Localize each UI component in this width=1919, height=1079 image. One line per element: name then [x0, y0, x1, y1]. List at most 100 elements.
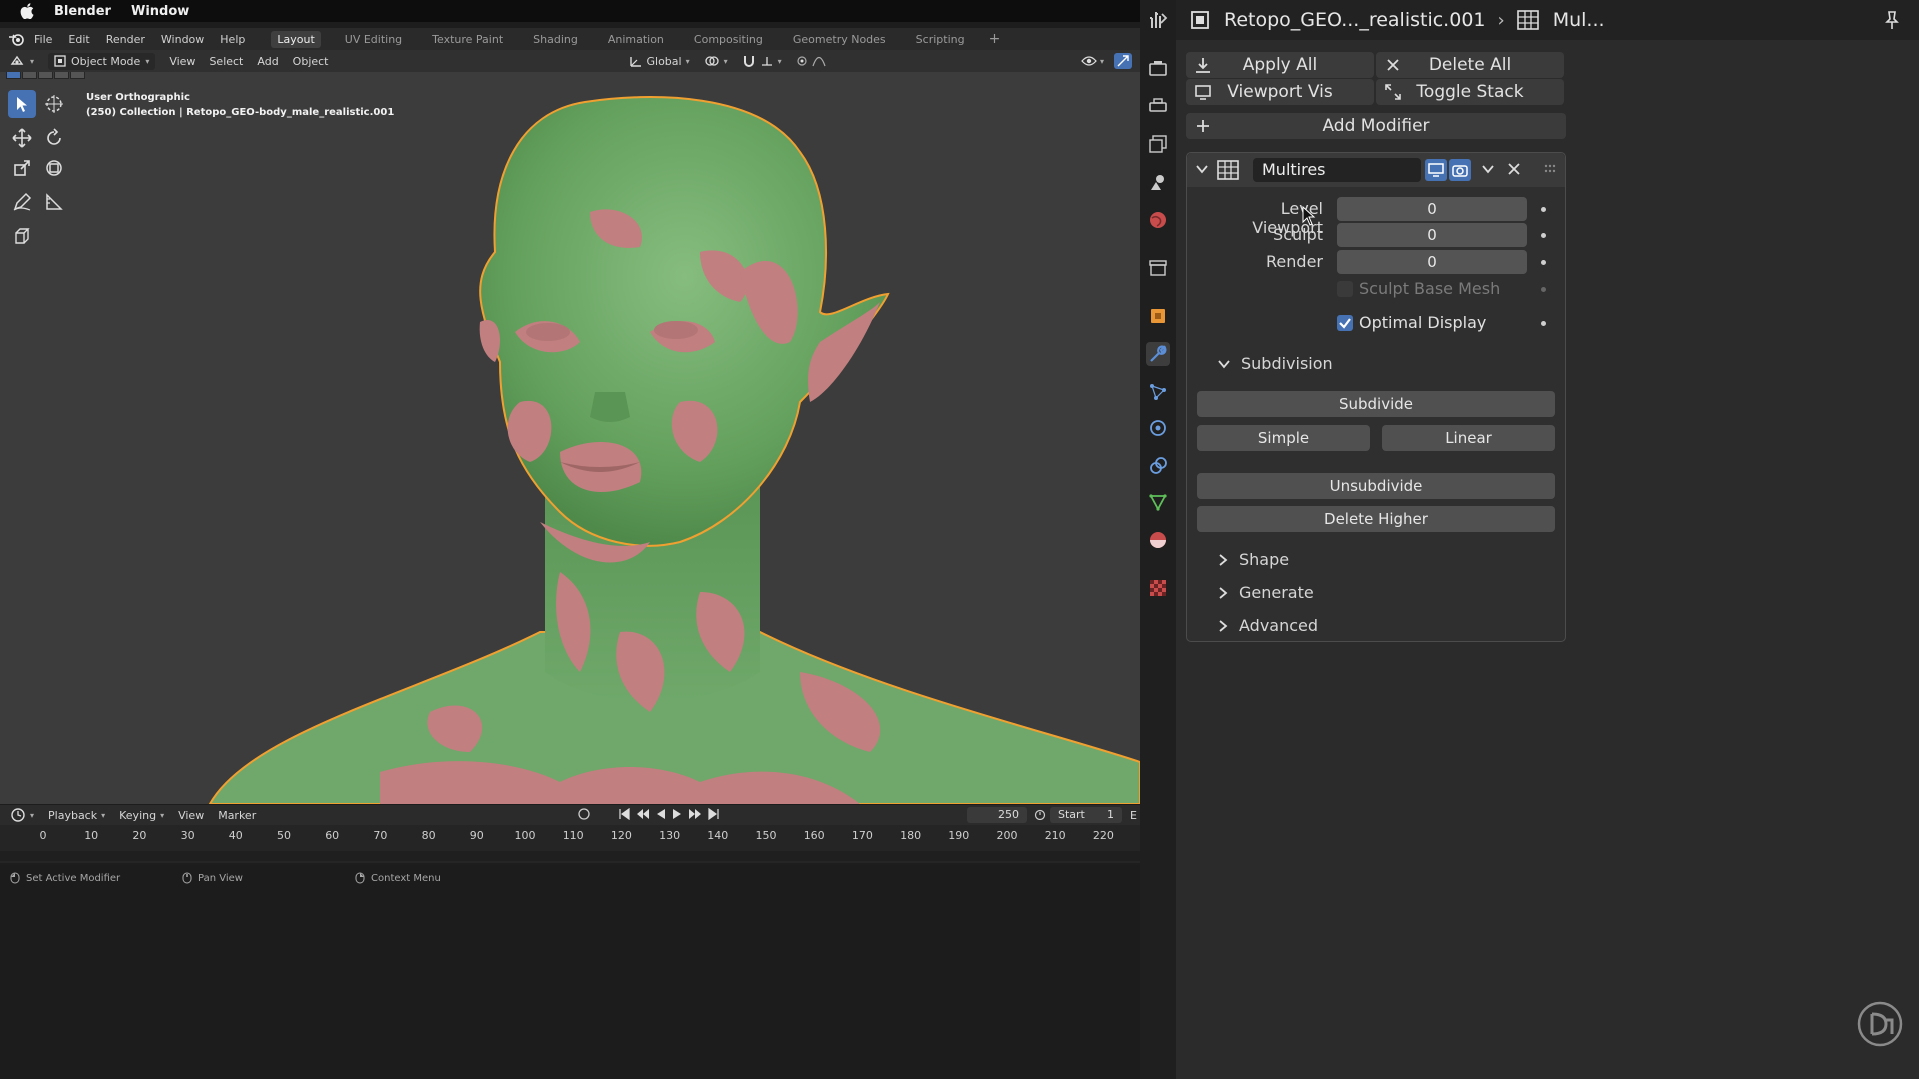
app-name-menu[interactable]: Blender — [54, 4, 111, 19]
add-cube-tool[interactable] — [8, 222, 36, 250]
file-menu[interactable]: File — [34, 33, 52, 46]
select-box-tool[interactable] — [8, 90, 36, 118]
physics-tab[interactable] — [1146, 416, 1170, 440]
collection-tab[interactable] — [1146, 256, 1170, 280]
render-menu[interactable]: Render — [106, 33, 145, 46]
tab-compositing[interactable]: Compositing — [688, 31, 769, 48]
sculpt-base-mesh-keyframe-dot[interactable] — [1541, 287, 1546, 292]
collapse-chevron-icon[interactable] — [1195, 162, 1209, 180]
timeline-track[interactable] — [0, 851, 1140, 861]
show-render-toggle[interactable] — [1449, 159, 1471, 181]
sculpt-keyframe-dot[interactable] — [1541, 233, 1546, 238]
particles-tab[interactable] — [1146, 380, 1170, 404]
editor-type-button[interactable]: ▾ — [10, 54, 34, 68]
tab-animation[interactable]: Animation — [602, 31, 670, 48]
output-tab[interactable] — [1146, 94, 1170, 118]
optimal-display-keyframe-dot[interactable] — [1541, 321, 1546, 326]
playback-menu[interactable]: Playback ▾ — [48, 809, 105, 822]
window-menu-blender[interactable]: Window — [161, 33, 204, 46]
delete-higher-button[interactable]: Delete Higher — [1197, 506, 1555, 532]
add-menu[interactable]: Add — [257, 55, 278, 68]
add-modifier-button[interactable]: Add Modifier — [1186, 113, 1566, 139]
object-mode-dropdown[interactable]: Object Mode ▾ — [48, 52, 156, 70]
tab-geometry-nodes[interactable]: Geometry Nodes — [787, 31, 892, 48]
level-viewport-keyframe-dot[interactable] — [1541, 207, 1546, 212]
play-button[interactable] — [672, 808, 682, 823]
keying-menu[interactable]: Keying ▾ — [119, 809, 164, 822]
view-menu[interactable]: View — [169, 55, 195, 68]
shape-section-header[interactable]: Shape — [1217, 550, 1289, 569]
edit-menu[interactable]: Edit — [68, 33, 89, 46]
gizmo-toggle[interactable] — [1114, 53, 1132, 69]
proportional-edit-toggle[interactable] — [796, 55, 826, 67]
data-tab[interactable] — [1146, 490, 1170, 514]
subdivide-button[interactable]: Subdivide — [1197, 391, 1555, 417]
view-layer-tab[interactable] — [1146, 132, 1170, 156]
3d-viewport[interactable]: User Orthographic (250) Collection | Ret… — [0, 72, 1140, 804]
modifiers-tab[interactable] — [1146, 342, 1170, 366]
select-subtract-mode[interactable] — [38, 72, 53, 79]
select-new-mode[interactable] — [6, 72, 21, 79]
delete-all-button[interactable]: Delete All — [1376, 52, 1564, 78]
select-intersect-mode[interactable] — [70, 72, 85, 79]
add-workspace-button[interactable]: + — [989, 31, 1001, 47]
select-menu[interactable]: Select — [209, 55, 243, 68]
object-tab[interactable] — [1146, 304, 1170, 328]
level-viewport-field[interactable]: 0 — [1337, 197, 1527, 221]
subdivision-section-header[interactable]: Subdivision — [1217, 354, 1333, 373]
select-invert-mode[interactable] — [54, 72, 69, 79]
texture-tab[interactable] — [1146, 576, 1170, 600]
scene-tab[interactable] — [1146, 170, 1170, 194]
transform-tool[interactable] — [40, 154, 68, 182]
sculpt-base-mesh-checkbox[interactable] — [1337, 281, 1353, 297]
auto-key-toggle[interactable] — [578, 807, 590, 823]
pivot-dropdown[interactable]: ▾ — [704, 55, 728, 67]
apply-all-button[interactable]: Apply All — [1186, 52, 1374, 78]
viewport-vis-button[interactable]: Viewport Vis — [1186, 79, 1374, 105]
render-tab[interactable] — [1146, 56, 1170, 80]
scale-tool[interactable] — [8, 154, 36, 182]
remove-modifier-icon[interactable] — [1507, 162, 1521, 180]
help-menu[interactable]: Help — [220, 33, 245, 46]
breadcrumb-modifier[interactable]: Mul... — [1553, 9, 1605, 31]
marker-menu[interactable]: Marker — [218, 809, 256, 822]
constraints-tab[interactable] — [1146, 454, 1170, 478]
visibility-dropdown[interactable]: ▾ — [1081, 55, 1104, 67]
breadcrumb-object[interactable]: Retopo_GEO..._realistic.001 — [1224, 9, 1486, 31]
world-tab[interactable] — [1146, 208, 1170, 232]
drag-handle-icon[interactable] — [1543, 162, 1557, 180]
modifier-menu-chevron-icon[interactable] — [1481, 163, 1495, 179]
stopwatch-icon[interactable] — [1034, 808, 1046, 823]
pin-icon[interactable] — [1883, 10, 1901, 35]
rotate-tool[interactable] — [40, 124, 68, 152]
material-tab[interactable] — [1146, 528, 1170, 552]
timeline[interactable]: 0 10 20 30 40 50 60 70 80 90 100 110 120 130 140 150 160… — [0, 825, 1140, 863]
measure-tool[interactable] — [40, 188, 68, 216]
move-tool[interactable] — [8, 124, 36, 152]
tab-shading[interactable]: Shading — [527, 31, 584, 48]
jump-key-back-button[interactable] — [636, 808, 650, 823]
start-frame-field[interactable]: Start 1 — [1050, 807, 1122, 823]
jump-key-forward-button[interactable] — [688, 808, 702, 823]
unsubdivide-button[interactable]: Unsubdivide — [1197, 473, 1555, 499]
linear-button[interactable]: Linear — [1382, 425, 1555, 451]
jump-end-button[interactable] — [708, 807, 720, 823]
sculpt-level-field[interactable]: 0 — [1337, 223, 1527, 247]
toggle-stack-button[interactable]: Toggle Stack — [1376, 79, 1564, 105]
head-mesh[interactable] — [0, 72, 1140, 804]
generate-section-header[interactable]: Generate — [1217, 583, 1314, 602]
tab-layout[interactable]: Layout — [271, 30, 321, 48]
modifier-name-field[interactable]: Multires — [1253, 158, 1421, 182]
window-menu[interactable]: Window — [131, 4, 189, 19]
tab-scripting[interactable]: Scripting — [910, 31, 971, 48]
apple-icon[interactable] — [20, 3, 34, 19]
optimal-display-checkbox[interactable] — [1337, 315, 1353, 331]
end-frame-field[interactable]: E — [1130, 809, 1137, 822]
show-viewport-toggle[interactable] — [1425, 159, 1447, 181]
snap-toggle[interactable]: ▾ — [742, 54, 782, 68]
tool-tab[interactable] — [1146, 8, 1170, 32]
tab-texture-paint[interactable]: Texture Paint — [426, 31, 509, 48]
render-keyframe-dot[interactable] — [1541, 260, 1546, 265]
cursor-tool[interactable] — [40, 90, 68, 118]
current-frame-field[interactable]: 250 — [967, 807, 1027, 823]
